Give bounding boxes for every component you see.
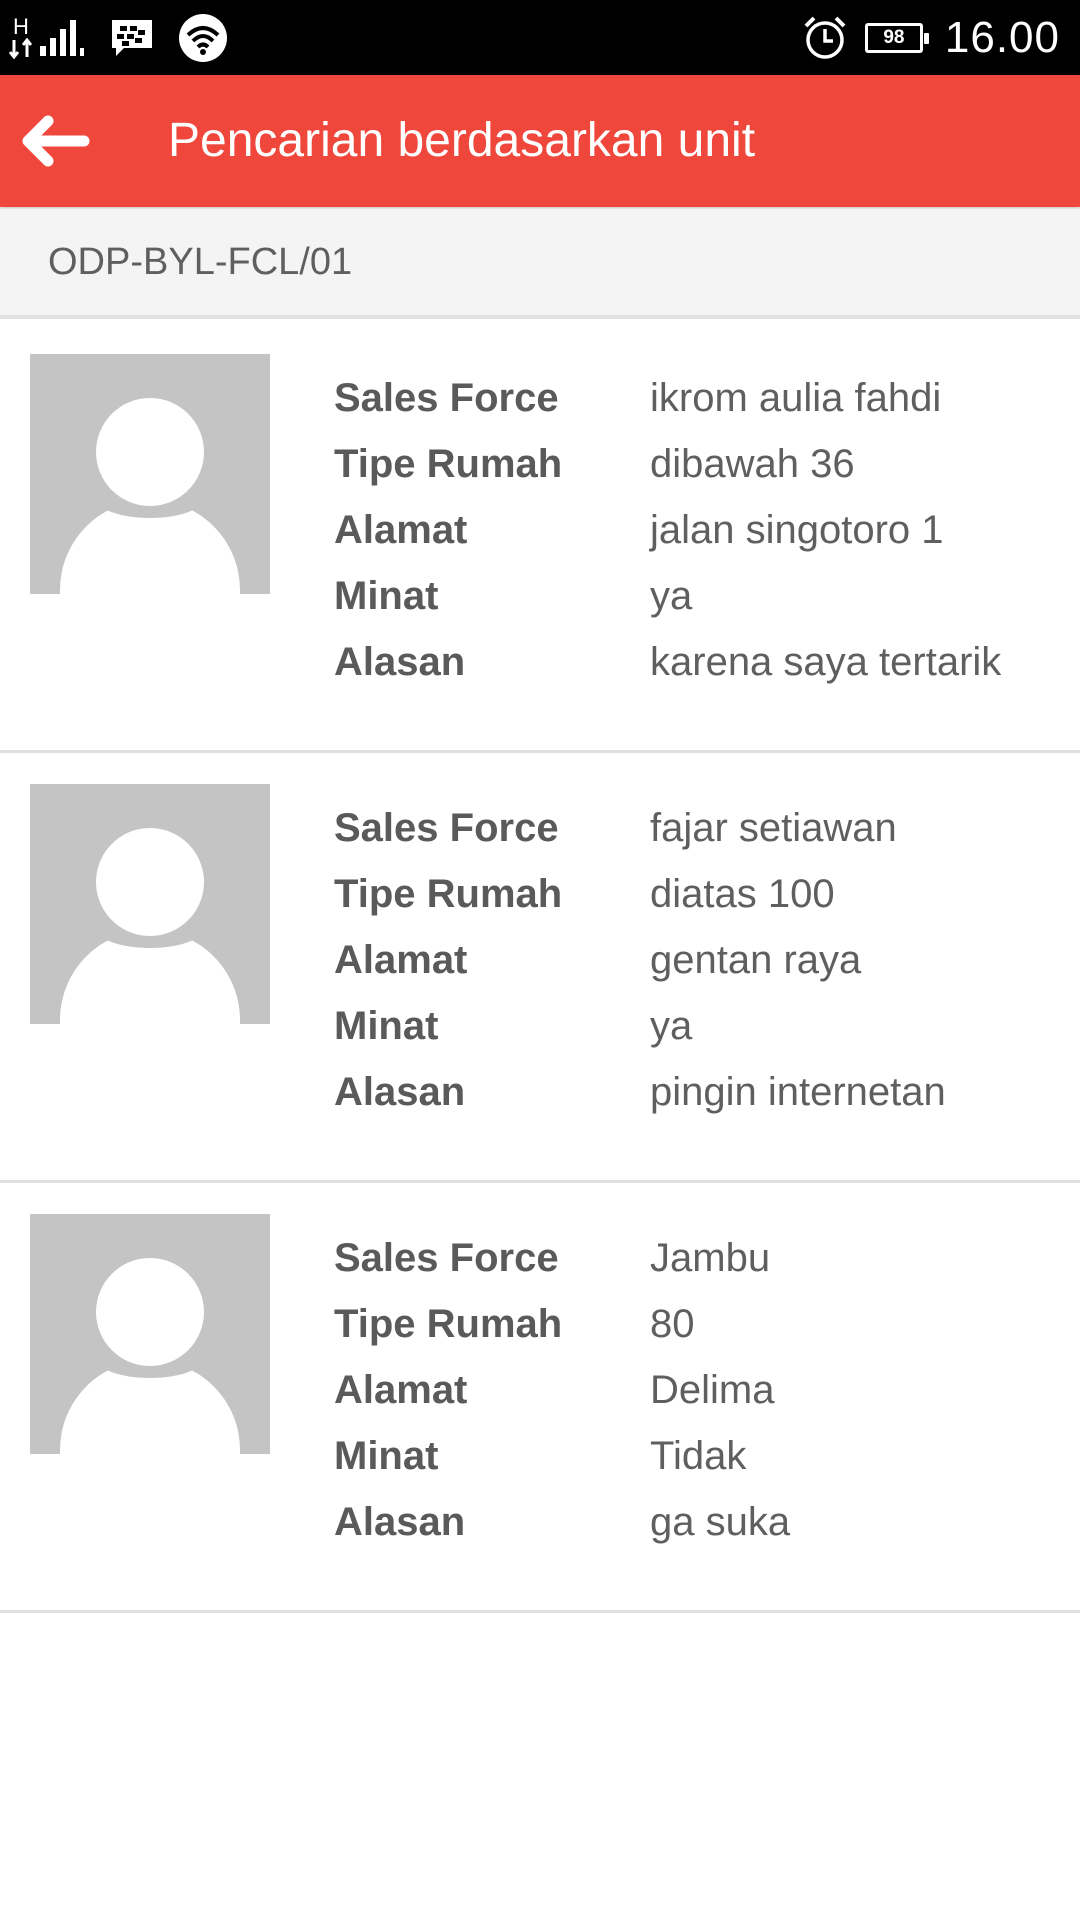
app-bar: Pencarian berdasarkan unit [0,75,1080,207]
field-value: karena saya tertarik [650,640,1002,684]
field-label: Minat [334,574,439,618]
field-label: Alamat [334,938,468,982]
field-label: Alasan [334,1500,466,1544]
data-arrows-icon [8,38,33,60]
field-label: Tipe Rumah [334,442,563,486]
field-label: Sales Force [334,376,559,420]
field-value: dibawah 36 [650,442,855,486]
battery-icon: 98 [864,23,929,53]
field-value: jalan singotoro 1 [650,508,944,552]
list-item[interactable]: Sales Force ikrom aulia fahdi Tipe Rumah… [0,323,1080,753]
status-bar-left: H [8,12,228,64]
bbm-icon [112,20,152,56]
field-value: gentan raya [650,938,862,982]
back-button[interactable] [14,103,94,179]
alarm-icon [804,16,846,59]
field-label: Alamat [334,508,468,552]
field-value: pingin internetan [650,1070,946,1114]
field-label: Minat [334,1434,439,1478]
field-value: Tidak [650,1434,747,1478]
field-value: fajar setiawan [650,806,897,850]
field-label: Alasan [334,1070,466,1114]
field-label: Tipe Rumah [334,1302,563,1346]
field-label: Sales Force [334,806,559,850]
status-bar-right: 98 16.00 [803,8,1060,68]
wifi-icon [179,14,227,62]
field-value: ga suka [650,1500,791,1544]
field-value: diatas 100 [650,872,835,916]
field-value: Jambu [650,1236,771,1280]
network-type-icon: H [8,16,34,60]
unit-header: ODP-BYL-FCL/01 [0,209,1080,319]
field-label: Alasan [334,640,466,684]
network-type-label: H [13,14,29,39]
avatar-placeholder-icon [30,784,270,1024]
field-value: Delima [650,1368,775,1412]
field-value: 80 [650,1302,695,1346]
field-label: Alamat [334,1368,468,1412]
unit-code: ODP-BYL-FCL/01 [48,241,353,283]
status-bar-time: 16.00 [944,13,1060,62]
field-label: Tipe Rumah [334,872,563,916]
result-list: Sales Force ikrom aulia fahdi Tipe Rumah… [0,323,1080,1613]
battery-level: 98 [883,27,905,48]
list-item[interactable]: Sales Force Jambu Tipe Rumah 80 Alamat D… [0,1183,1080,1613]
field-label: Sales Force [334,1236,559,1280]
arrow-left-icon [22,115,90,167]
page-title: Pencarian berdasarkan unit [168,114,756,167]
field-value: ya [650,1004,693,1048]
signal-icon [40,20,84,56]
field-value: ikrom aulia fahdi [650,376,942,420]
avatar-placeholder-icon [30,354,270,594]
field-value: ya [650,574,693,618]
field-label: Minat [334,1004,439,1048]
list-item[interactable]: Sales Force fajar setiawan Tipe Rumah di… [0,753,1080,1183]
avatar-placeholder-icon [30,1214,270,1454]
status-bar: H 98 16.00 [0,0,1080,75]
